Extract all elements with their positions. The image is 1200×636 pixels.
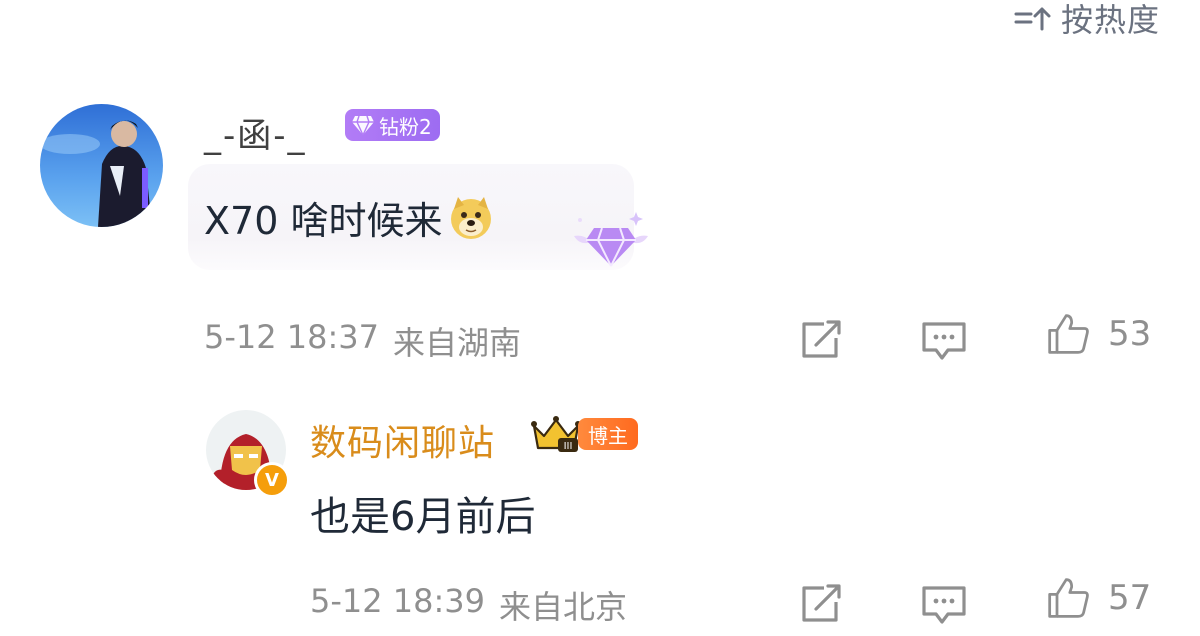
diamond-icon <box>352 115 374 136</box>
comment-button[interactable] <box>920 318 968 362</box>
reply-timestamp: 5-12 18:39 <box>310 582 486 620</box>
reply-meta: 5-12 18:39 来自北京 <box>310 582 627 628</box>
crown-icon: III <box>531 416 581 452</box>
like-icon <box>1048 578 1089 618</box>
username[interactable]: _-函-_ <box>204 108 307 157</box>
like-icon <box>1048 314 1089 354</box>
share-icon <box>802 584 841 622</box>
like-button[interactable]: 53 <box>1044 312 1151 356</box>
reply-share-button[interactable] <box>798 582 846 626</box>
reply-comment-button[interactable] <box>920 582 968 626</box>
sort-icon <box>1014 7 1051 31</box>
share-icon <box>802 320 841 358</box>
comment-meta: 5-12 18:37 来自湖南 <box>204 318 521 364</box>
comment-body: X70 啥时候来 <box>204 199 443 243</box>
host-badge: 博主 <box>578 418 638 450</box>
sort-by-hotness[interactable]: 按热度 <box>1013 0 1160 39</box>
reply-username[interactable]: 数码闲聊站 <box>310 414 495 466</box>
avatar[interactable] <box>40 104 163 227</box>
reply-like-count: 57 <box>1108 578 1152 618</box>
reply-text: 也是6月前后 <box>310 494 536 540</box>
sort-label: 按热度 <box>1060 1 1160 39</box>
doge-emoji <box>451 196 492 239</box>
comment-icon <box>922 322 966 360</box>
location: 来自湖南 <box>393 324 522 362</box>
verified-icon: V <box>254 462 290 498</box>
timestamp: 5-12 18:37 <box>204 318 380 356</box>
reply-like-button[interactable]: 57 <box>1044 576 1151 620</box>
share-button[interactable] <box>798 318 846 362</box>
reply-location: 来自北京 <box>499 588 628 626</box>
comment-icon <box>922 586 966 624</box>
comment-text: X70 啥时候来 <box>204 190 494 245</box>
fan-badge-label: 钻粉2 <box>379 114 432 139</box>
like-count: 53 <box>1108 314 1152 354</box>
crown-level: III <box>564 441 573 452</box>
diamond-decoration-icon <box>574 212 648 267</box>
fan-level-badge[interactable]: 钻粉2 <box>345 109 440 141</box>
